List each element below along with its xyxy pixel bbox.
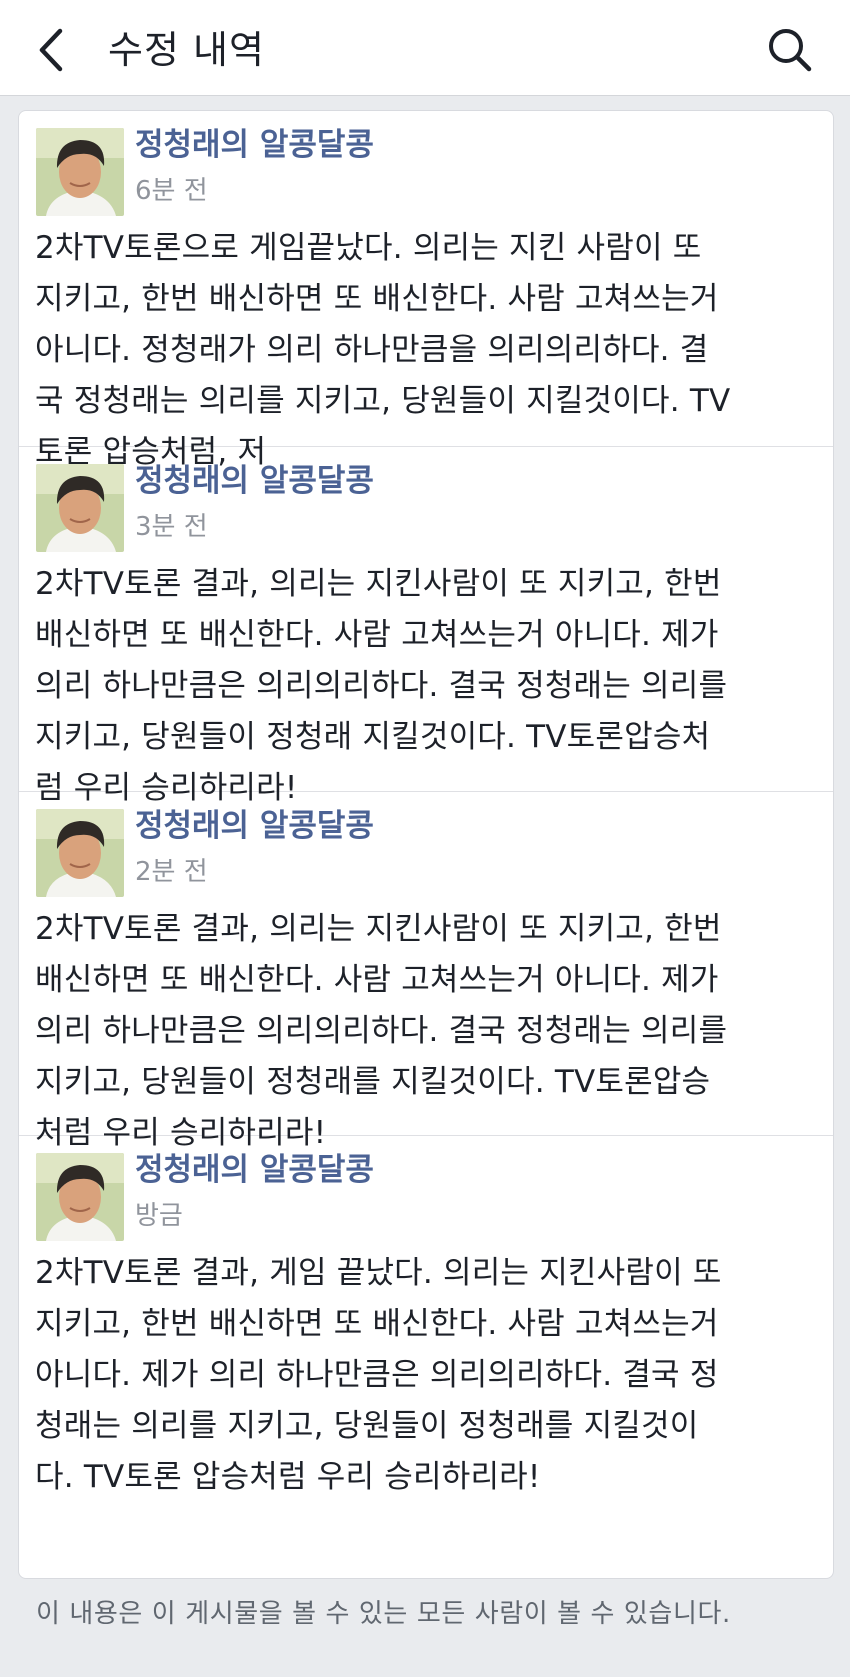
edit-history-entry: 정청래의 알콩달콩 방금 2차TV토론 결과, 게임 끝났다. 의리는 지킨사람… (19, 1136, 833, 1578)
avatar[interactable] (36, 464, 124, 552)
avatar[interactable] (36, 128, 124, 216)
search-button[interactable] (764, 24, 816, 76)
author-name[interactable]: 정청래의 알콩달콩 (135, 123, 374, 167)
author-name[interactable]: 정청래의 알콩달콩 (135, 459, 374, 503)
edit-history-entry: 정청래의 알콩달콩 3분 전 2차TV토론 결과, 의리는 지킨사람이 또 지키… (19, 447, 833, 806)
back-button[interactable] (30, 22, 80, 78)
edit-history-entry: 정청래의 알콩달콩 2분 전 2차TV토론 결과, 의리는 지킨사람이 또 지키… (19, 792, 833, 1151)
edit-history-entry: 정청래의 알콩달콩 6분 전 2차TV토론으로 게임끝났다. 의리는 지킨 사람… (19, 111, 833, 470)
visibility-notice: 이 내용은 이 게시물을 볼 수 있는 모든 사람이 볼 수 있습니다. (36, 1599, 731, 1629)
timestamp: 6분 전 (135, 176, 208, 206)
timestamp: 2분 전 (135, 857, 208, 887)
avatar[interactable] (36, 1153, 124, 1241)
timestamp: 3분 전 (135, 512, 208, 542)
search-icon (769, 29, 812, 72)
post-content: 2차TV토론 결과, 의리는 지킨사람이 또 지키고, 한번 배신하면 또 배신… (35, 566, 728, 806)
post-content: 2차TV토론 결과, 게임 끝났다. 의리는 지킨사람이 또 지키고, 한번 배… (35, 1255, 722, 1495)
top-app-bar: 수정 내역 (0, 0, 850, 96)
post-content: 2차TV토론으로 게임끝났다. 의리는 지킨 사람이 또 지키고, 한번 배신하… (35, 230, 731, 470)
chevron-left-icon (39, 28, 63, 72)
page-title: 수정 내역 (108, 28, 265, 72)
author-name[interactable]: 정청래의 알콩달콩 (135, 1148, 374, 1192)
avatar[interactable] (36, 809, 124, 897)
post-content: 2차TV토론 결과, 의리는 지킨사람이 또 지키고, 한번 배신하면 또 배신… (35, 911, 728, 1151)
author-name[interactable]: 정청래의 알콩달콩 (135, 804, 374, 848)
edit-history-list: 정청래의 알콩달콩 6분 전 2차TV토론으로 게임끝났다. 의리는 지킨 사람… (18, 110, 834, 1579)
timestamp: 방금 (135, 1201, 183, 1231)
